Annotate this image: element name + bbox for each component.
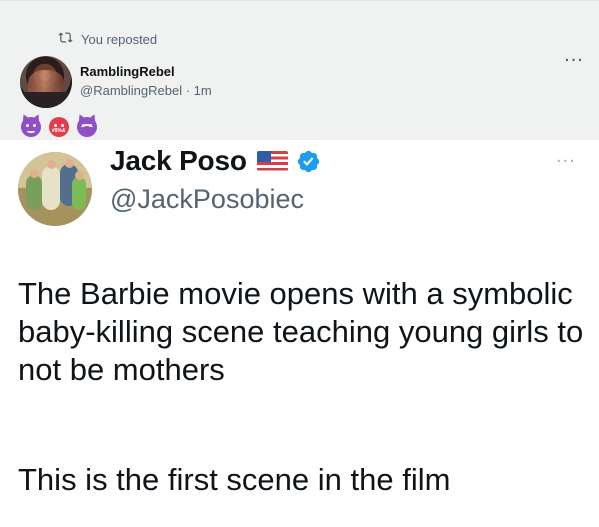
repost-label: You reposted — [81, 31, 158, 47]
ramblingrebel-avatar[interactable] — [20, 56, 72, 108]
author-name-row: Jack Poso — [110, 145, 321, 177]
reposter-display-name[interactable]: RamblingRebel — [80, 64, 175, 79]
post-time: 1m — [193, 83, 212, 98]
angry-devil-emoji — [77, 117, 97, 137]
time-separator: · — [185, 83, 191, 98]
reposter-handle-time: @RamblingRebel · 1m — [80, 83, 212, 98]
tweet-more-button[interactable]: ... — [556, 146, 576, 166]
reposted-post-card[interactable]: You reposted RamblingRebel @RamblingRebe… — [0, 0, 599, 140]
emoji-row: #$%& — [21, 117, 97, 137]
jack-poso-avatar[interactable] — [18, 152, 92, 226]
us-flag-icon — [256, 151, 288, 171]
author-display-name[interactable]: Jack Poso — [110, 145, 247, 177]
verified-badge-icon[interactable] — [296, 149, 321, 174]
angry-symbol-emoji: #$%& — [49, 117, 69, 137]
tweet-paragraph-1: The Barbie movie opens with a symbolic b… — [18, 276, 584, 387]
repost-indicator: You reposted — [58, 30, 157, 48]
reposter-handle[interactable]: @RamblingRebel — [80, 83, 182, 98]
tweet-paragraph-2: This is the first scene in the film — [18, 462, 451, 497]
author-handle[interactable]: @JackPosobiec — [110, 184, 304, 215]
repost-more-button[interactable]: ... — [562, 45, 586, 72]
repost-icon — [58, 30, 81, 48]
smiling-devil-emoji — [21, 117, 41, 137]
